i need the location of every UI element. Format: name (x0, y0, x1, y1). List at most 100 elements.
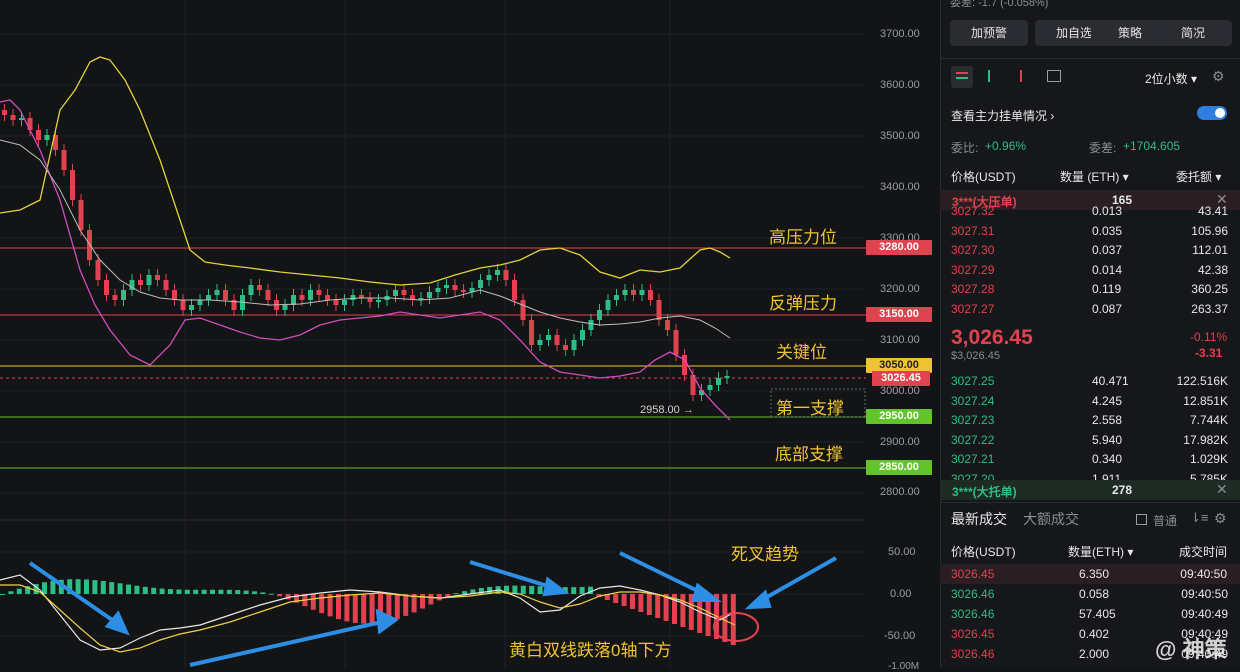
macd-tick: -1.00M (888, 661, 920, 672)
boll-mid-line (0, 139, 731, 339)
candle (95, 260, 101, 280)
tab-big-trades[interactable]: 大额成交 (1023, 509, 1079, 529)
level-tag-3280: 3280.00 (866, 240, 932, 255)
candle (401, 290, 407, 295)
bid-row[interactable]: 3027.23 2.558 7.744K (950, 410, 1232, 430)
candle (265, 290, 271, 300)
ask-qty: 0.087 (1092, 301, 1123, 316)
trade-header-qty[interactable]: 数量(ETH) ▾ (1068, 543, 1133, 560)
candle (36, 130, 41, 140)
book-window-icon[interactable] (1047, 70, 1061, 82)
change-pct: -0.11% (1190, 330, 1228, 344)
tab-latest-trades[interactable]: 最新成交 (951, 509, 1007, 529)
close-icon[interactable]: ✕ (1216, 481, 1228, 498)
big-bid-qty: 278 (1112, 483, 1133, 497)
candle (656, 300, 662, 320)
candle (503, 270, 509, 280)
trade-row: 3026.45 6.350 09:40:50 (940, 564, 1240, 584)
wei-bi-label: 委比: (951, 141, 979, 155)
label-rebound-resistance: 反弹压力 (769, 294, 837, 313)
main-orders-link[interactable]: 查看主力挂单情况 › (951, 107, 1054, 124)
candle (376, 300, 381, 302)
trade-row: 3026.46 0.058 09:40:50 (950, 584, 1232, 604)
candle (70, 170, 75, 200)
bid-row[interactable]: 3027.24 4.245 12.851K (950, 391, 1232, 411)
macd-bar (226, 589, 232, 594)
bid-row[interactable]: 3027.21 0.340 1.029K (950, 449, 1232, 469)
overview-button[interactable]: 简况 (1154, 20, 1232, 46)
macd-bar (151, 587, 157, 594)
macd-bar (436, 594, 442, 601)
decimals-select[interactable]: 2位小数 ▾ (1145, 70, 1197, 87)
ask-row[interactable]: 3027.31 0.035 105.96 (950, 221, 1232, 241)
candle (435, 288, 441, 292)
death-cross-circle (713, 612, 759, 642)
trade-header-price: 价格(USDT) (951, 545, 1016, 559)
ask-row[interactable]: 3027.32 0.013 43.41 (950, 201, 1232, 221)
y-tick: 2900.00 (880, 436, 920, 448)
bid-amount: 7.744K (1189, 413, 1228, 427)
macd-bar (117, 583, 123, 594)
kline-chart[interactable]: 3700.00 3600.00 3500.00 3400.00 3300.00 … (0, 0, 938, 672)
macd-bar (252, 591, 257, 594)
header-amount[interactable]: 委托额 ▾ (1176, 168, 1221, 185)
ask-row[interactable]: 3027.28 0.119 360.25 (950, 279, 1232, 299)
macd-bar (310, 594, 316, 610)
kline-chart-svg[interactable] (0, 0, 938, 668)
trade-header-time: 成交时间 (1179, 545, 1228, 559)
macd-bar (428, 594, 434, 605)
macd-bar (193, 589, 199, 594)
candle (121, 290, 126, 300)
add-alert-button[interactable]: 加预警 (950, 20, 1028, 46)
candle (248, 285, 254, 295)
candle (563, 345, 568, 350)
candle (257, 285, 262, 290)
candle (163, 280, 169, 290)
boll-upper-line (0, 56, 731, 286)
macd-bar (730, 594, 736, 645)
candle (2, 110, 7, 115)
y-tick: 3000.00 (880, 385, 920, 397)
main-orders-toggle[interactable] (1197, 106, 1227, 120)
bid-qty: 40.471 (1092, 374, 1129, 388)
macd-bar (453, 593, 459, 595)
ask-row[interactable]: 3027.29 0.014 42.38 (950, 260, 1232, 280)
candle (214, 290, 220, 295)
candle (452, 285, 458, 290)
y-tick: 3200.00 (880, 283, 920, 295)
candle (223, 290, 228, 300)
wei-bi-value: +0.96% (985, 139, 1027, 153)
current-price-tag: 3026.45 (872, 371, 930, 386)
trade-qty: 6.350 (1079, 567, 1110, 581)
ask-amount: 43.41 (1197, 204, 1228, 218)
candle (546, 335, 551, 340)
y-tick: 2800.00 (880, 486, 920, 498)
settings-icon[interactable]: ⚙ (1212, 68, 1225, 85)
ask-row[interactable]: 3027.27 0.087 263.37 (950, 299, 1232, 319)
candle (350, 295, 356, 300)
trade-price: 3026.46 (951, 607, 995, 621)
macd-bar (100, 580, 106, 594)
ask-row[interactable]: 3027.30 0.037 112.01 (950, 240, 1232, 260)
last-price: 3,026.45 (951, 326, 1033, 349)
bid-amount: 1.029K (1189, 452, 1228, 466)
trade-price: 3026.46 (951, 587, 995, 601)
ask-qty: 0.035 (1092, 223, 1123, 238)
ask-price: 3027.32 (951, 204, 995, 218)
bid-row[interactable]: 3027.22 5.940 17.982K (950, 430, 1232, 450)
normal-label: 普通 (1153, 514, 1178, 528)
trade-price: 3026.46 (951, 647, 995, 661)
candle (325, 295, 330, 300)
book-bids-icon[interactable] (988, 70, 1004, 82)
change-abs: -3.31 (1195, 346, 1223, 360)
normal-checkbox[interactable] (1136, 514, 1147, 525)
macd-bar (201, 589, 207, 594)
book-both-icon[interactable] (951, 66, 973, 88)
header-qty[interactable]: 数量 (ETH) ▾ (1060, 168, 1129, 185)
book-asks-icon[interactable] (1020, 70, 1036, 82)
macd-bar (445, 594, 451, 597)
trades-settings-icon[interactable]: ⚙ (1214, 510, 1227, 527)
bid-row[interactable]: 3027.25 40.471 122.516K (950, 371, 1232, 391)
filter-icon[interactable]: ⇂≡ (1190, 510, 1208, 526)
big-bid-bar[interactable]: 3***(大托单) 278 ✕ (940, 480, 1240, 500)
